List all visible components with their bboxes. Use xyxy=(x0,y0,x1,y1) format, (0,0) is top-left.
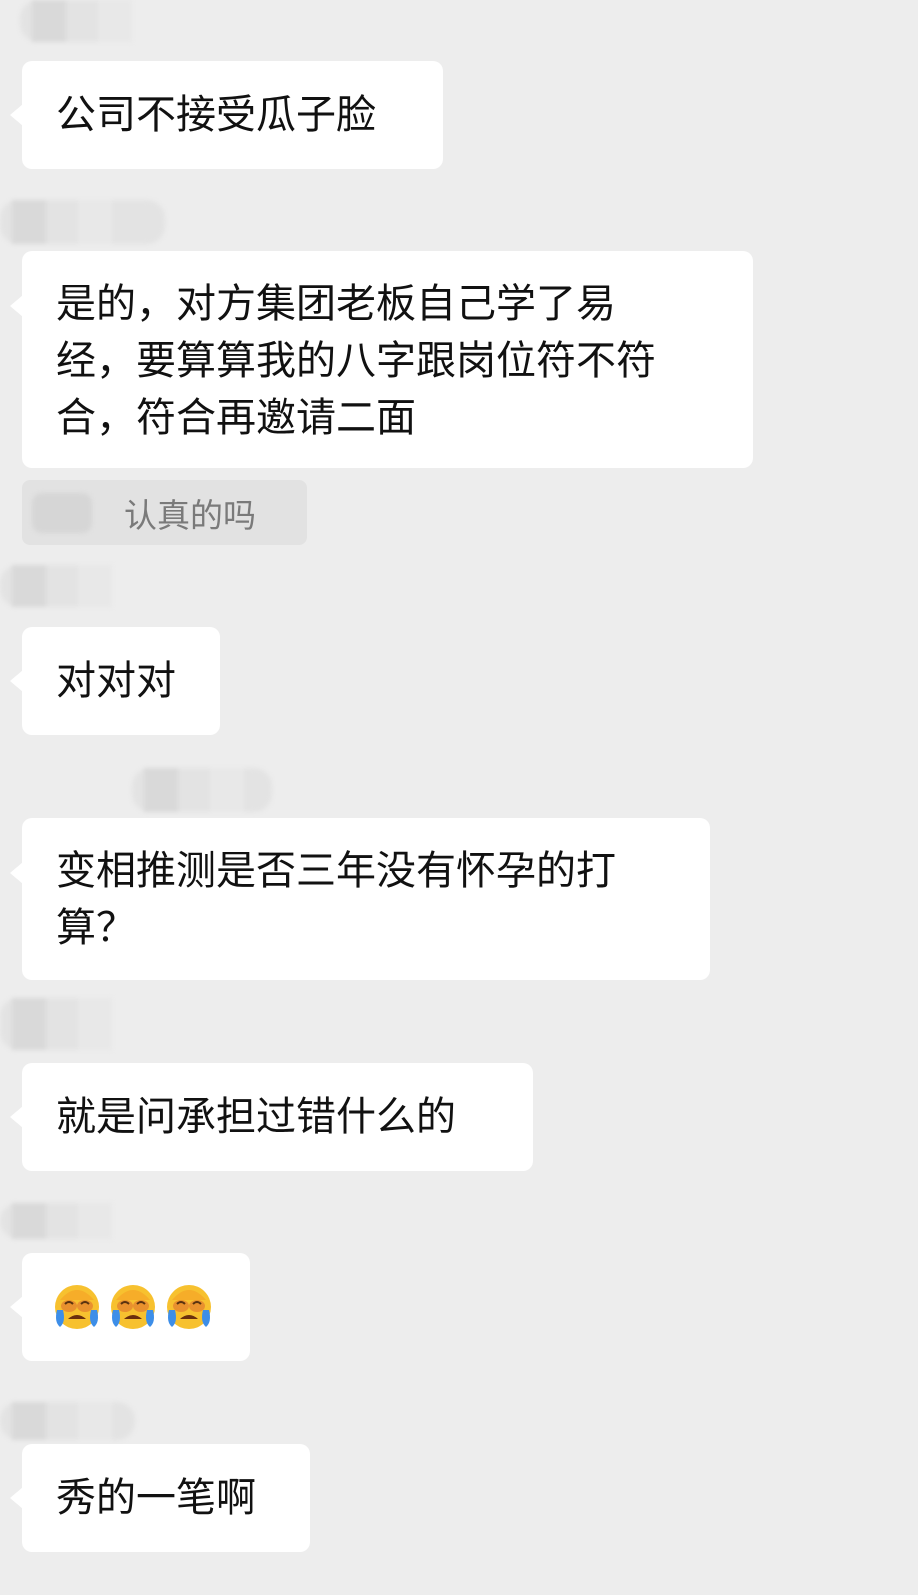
sender-name-blurred xyxy=(0,998,112,1050)
message-line: 变相推测是否三年没有怀孕的打 xyxy=(56,848,616,894)
crying-face-icon xyxy=(111,1285,155,1329)
sender-name-blurred xyxy=(0,1203,112,1239)
message-text: 是的，对方集团老板自己学了易 经，要算算我的八字跟岗位符不符 合，符合再邀请二面 xyxy=(56,276,656,447)
crying-face-icon xyxy=(167,1285,211,1329)
sender-name-blurred xyxy=(0,200,165,244)
emoji-row xyxy=(52,1282,214,1332)
message-text: 变相推测是否三年没有怀孕的打 算？ xyxy=(56,843,616,957)
quoted-message[interactable]: 认真的吗 xyxy=(22,480,307,545)
message-bubble[interactable]: 秀的一笔啊 xyxy=(10,1444,310,1552)
crying-face-icon xyxy=(55,1285,99,1329)
message-line: 经，要算算我的八字跟岗位符不符 xyxy=(56,338,656,384)
quoted-sender-blurred xyxy=(32,492,92,533)
sender-name-blurred xyxy=(0,1402,135,1440)
message-line: 合，符合再邀请二面 xyxy=(56,395,416,441)
message-text: 就是问承担过错什么的 xyxy=(56,1093,456,1140)
message-line: 是的，对方集团老板自己学了易 xyxy=(56,281,616,327)
message-text: 对对对 xyxy=(56,657,176,704)
chat-area: 公司不接受瓜子脸 是的，对方集团老板自己学了易 经，要算算我的八字跟岗位符不符 … xyxy=(0,0,918,1595)
message-bubble[interactable]: 就是问承担过错什么的 xyxy=(10,1063,533,1171)
message-bubble[interactable]: 对对对 xyxy=(10,627,220,735)
sender-name-blurred xyxy=(0,565,112,607)
message-bubble[interactable]: 是的，对方集团老板自己学了易 经，要算算我的八字跟岗位符不符 合，符合再邀请二面 xyxy=(10,251,753,468)
sender-name-blurred xyxy=(20,0,132,42)
message-bubble[interactable]: 变相推测是否三年没有怀孕的打 算？ xyxy=(10,818,710,980)
sender-name-blurred xyxy=(132,768,272,812)
message-text: 秀的一笔啊 xyxy=(56,1474,256,1521)
message-bubble[interactable] xyxy=(10,1253,250,1361)
message-line: 算？ xyxy=(56,905,136,951)
quoted-text: 认真的吗 xyxy=(124,495,256,535)
message-text: 公司不接受瓜子脸 xyxy=(56,91,376,138)
message-bubble[interactable]: 公司不接受瓜子脸 xyxy=(10,61,443,169)
